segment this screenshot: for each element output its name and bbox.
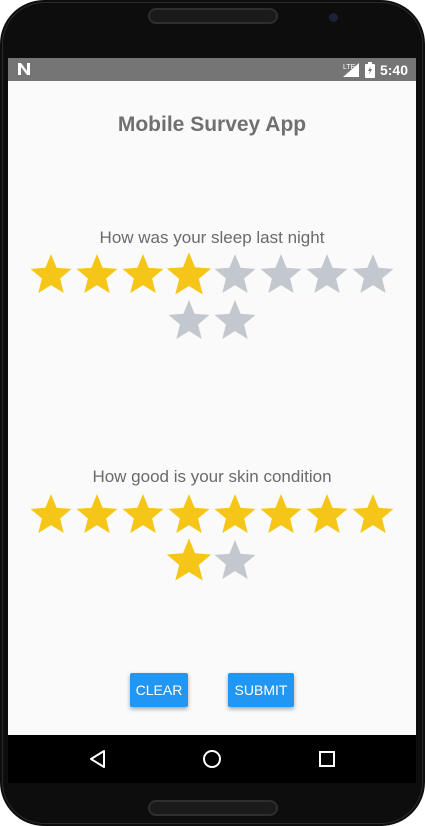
star-filled-icon[interactable] bbox=[74, 491, 120, 537]
front-camera bbox=[329, 13, 338, 22]
bottom-speaker bbox=[148, 800, 278, 816]
star-filled-icon[interactable] bbox=[74, 251, 120, 297]
star-rating-skin[interactable] bbox=[28, 491, 396, 583]
star-filled-icon[interactable] bbox=[166, 491, 212, 537]
status-time: 5:40 bbox=[379, 61, 408, 78]
star-filled-icon[interactable] bbox=[28, 491, 74, 537]
star-empty-icon[interactable] bbox=[304, 251, 350, 297]
question-sleep: How was your sleep last night bbox=[99, 228, 325, 247]
star-filled-icon[interactable] bbox=[28, 251, 74, 297]
star-rating-sleep[interactable] bbox=[28, 251, 396, 343]
star-empty-icon[interactable] bbox=[212, 251, 258, 297]
star-filled-icon[interactable] bbox=[166, 251, 212, 297]
star-filled-icon[interactable] bbox=[212, 491, 258, 537]
star-filled-icon[interactable] bbox=[350, 491, 396, 537]
top-speaker bbox=[148, 8, 278, 24]
battery-charging-icon bbox=[364, 61, 375, 78]
screen: LTE 5:40 Mobile Survey App How was your … bbox=[8, 58, 416, 782]
star-filled-icon[interactable] bbox=[120, 491, 166, 537]
status-right: LTE 5:40 bbox=[342, 61, 408, 78]
star-empty-icon[interactable] bbox=[350, 251, 396, 297]
network-label: LTE bbox=[343, 64, 356, 71]
clear-button[interactable]: CLEAR bbox=[130, 673, 188, 707]
question-skin: How good is your skin condition bbox=[92, 467, 332, 486]
home-icon[interactable] bbox=[202, 749, 222, 769]
star-filled-icon[interactable] bbox=[304, 491, 350, 537]
recents-icon[interactable] bbox=[317, 749, 337, 769]
signal-icon: LTE bbox=[342, 62, 359, 77]
star-empty-icon[interactable] bbox=[258, 251, 304, 297]
status-bar: LTE 5:40 bbox=[8, 58, 416, 81]
back-icon[interactable] bbox=[88, 749, 108, 769]
star-empty-icon[interactable] bbox=[212, 537, 258, 583]
star-filled-icon[interactable] bbox=[166, 537, 212, 583]
star-filled-icon[interactable] bbox=[258, 491, 304, 537]
n-notification-icon bbox=[18, 63, 30, 75]
star-empty-icon[interactable] bbox=[212, 297, 258, 343]
star-filled-icon[interactable] bbox=[120, 251, 166, 297]
phone-frame: LTE 5:40 Mobile Survey App How was your … bbox=[0, 0, 425, 826]
submit-button[interactable]: SUBMIT bbox=[228, 673, 294, 707]
app-title: Mobile Survey App bbox=[117, 113, 307, 136]
navigation-bar bbox=[8, 735, 416, 783]
star-empty-icon[interactable] bbox=[166, 297, 212, 343]
